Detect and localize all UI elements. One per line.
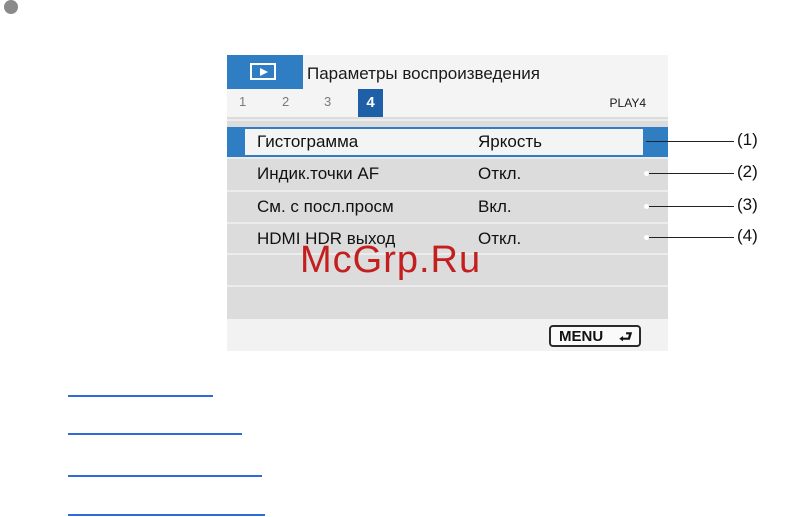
link-underline-1[interactable] — [68, 395, 213, 397]
playback-icon — [250, 63, 276, 80]
menu-title: Параметры воспроизведения — [307, 64, 540, 83]
return-arrow-icon: ⮐ — [619, 329, 633, 346]
bullet-icon — [4, 0, 18, 14]
menu-row-value: Откл. — [478, 164, 522, 183]
callout-label-1: (1) — [737, 130, 758, 149]
link-underline-3[interactable] — [68, 475, 262, 477]
menu-row-af-point[interactable]: Индик.точки AF Откл. — [227, 159, 668, 189]
callout-dot-2 — [644, 171, 649, 176]
menu-button-label: MENU — [559, 328, 604, 345]
playback-tab[interactable] — [227, 55, 303, 89]
link-underline-2[interactable] — [68, 433, 242, 435]
menu-row-label: Гистограмма — [257, 132, 359, 151]
callout-line-3 — [646, 206, 734, 207]
menu-row-value: Откл. — [478, 229, 522, 248]
menu-row-label: Индик.точки AF — [257, 164, 380, 183]
callout-line-4 — [646, 237, 734, 238]
link-underline-4[interactable] — [68, 514, 265, 516]
callout-line-2 — [646, 173, 734, 174]
tab-3[interactable]: 3 — [324, 94, 331, 109]
menu-row-label: См. с посл.просм — [257, 197, 394, 216]
menu-row-value: Яркость — [478, 132, 542, 151]
separator — [227, 119, 668, 121]
menu-footer: MENU ⮐ — [227, 319, 668, 351]
tab-4[interactable]: 4 — [358, 89, 383, 117]
callout-dot-4 — [644, 235, 649, 240]
callout-label-3: (3) — [737, 195, 758, 214]
page-code: PLAY4 — [609, 96, 646, 110]
watermark: McGrp.Ru — [300, 239, 482, 281]
callout-label-4: (4) — [737, 226, 758, 245]
selection-marker — [227, 127, 245, 157]
play-triangle-icon — [260, 68, 268, 76]
menu-row-value: Вкл. — [478, 197, 512, 216]
separator — [227, 285, 668, 287]
menu-row-view-from-last[interactable]: См. с посл.просм Вкл. — [227, 192, 668, 222]
page-tabs: 1 2 3 4 PLAY4 — [227, 89, 668, 117]
menu-row-histogram[interactable]: Гистограмма Яркость — [227, 127, 668, 157]
callout-line-1 — [646, 141, 734, 142]
tab-1[interactable]: 1 — [239, 94, 246, 109]
callout-label-2: (2) — [737, 162, 758, 181]
menu-back-button[interactable]: MENU ⮐ — [549, 325, 641, 347]
menu-title-bar: Параметры воспроизведения — [227, 55, 668, 89]
selection-marker — [643, 127, 668, 157]
callout-dot-3 — [644, 204, 649, 209]
tab-2[interactable]: 2 — [282, 94, 289, 109]
camera-menu-screen: Параметры воспроизведения 1 2 3 4 PLAY4 … — [227, 55, 668, 351]
